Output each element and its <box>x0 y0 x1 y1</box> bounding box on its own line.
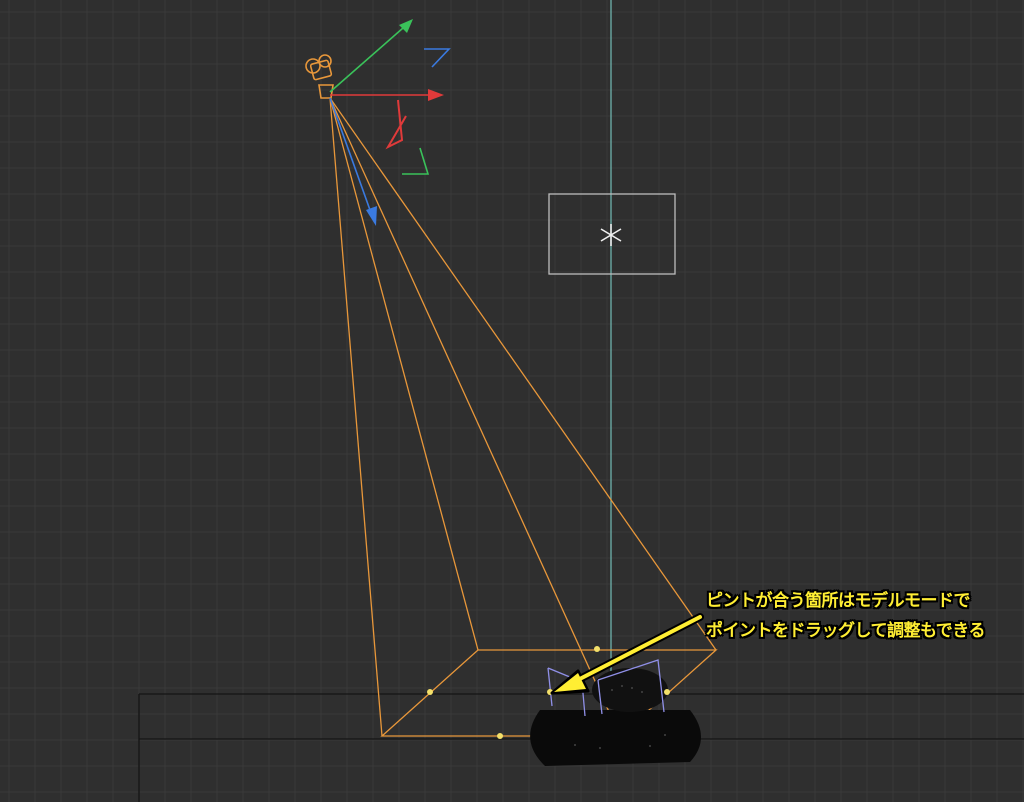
focus-handle-bottom[interactable] <box>497 733 503 739</box>
gizmo-x-arrow-icon[interactable] <box>428 89 444 101</box>
annotation-line-2: ポイントをドラッグして調整もできる <box>706 621 985 641</box>
3d-viewport[interactable] <box>0 0 1024 802</box>
gizmo-rotate-red-icon[interactable] <box>385 99 407 150</box>
focus-handle-top[interactable] <box>594 646 600 652</box>
focus-handle-left[interactable] <box>427 689 433 695</box>
gizmo-z-arrow-icon[interactable] <box>366 206 377 226</box>
gizmo-rotate-green-icon[interactable] <box>402 147 430 175</box>
viewport-grid <box>0 0 1024 802</box>
model-top-shape <box>592 668 668 712</box>
gizmo-z-axis[interactable] <box>329 97 371 211</box>
model-base-shape <box>530 710 701 766</box>
light-icon <box>600 224 622 246</box>
model-object[interactable] <box>530 659 701 766</box>
light-object[interactable] <box>548 193 676 275</box>
focus-handle-right[interactable] <box>664 689 670 695</box>
gizmo-y-arrow-icon[interactable] <box>399 19 413 33</box>
camera-icon[interactable] <box>305 54 334 99</box>
annotation-line-1: ピントが合う箇所はモデルモードで <box>706 591 971 611</box>
annotation-callout: ピントが合う箇所はモデルモードで ポイントをドラッグして調整もできる <box>706 586 1024 646</box>
